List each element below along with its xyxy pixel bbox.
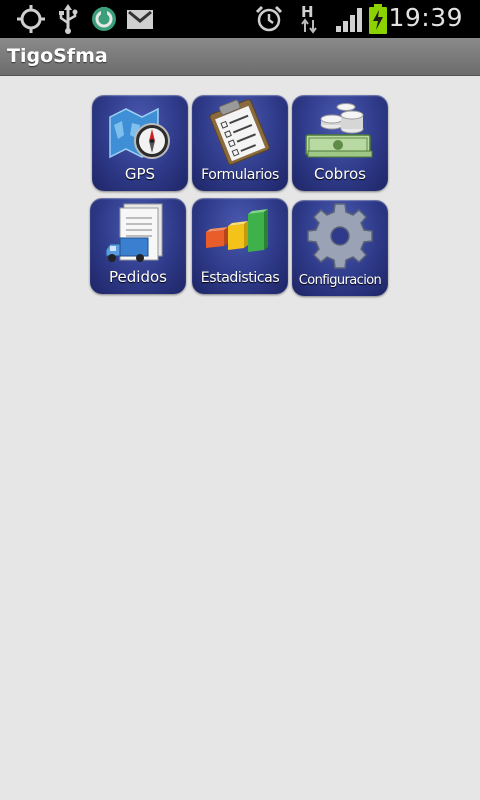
battery-charging-icon xyxy=(369,4,387,34)
data-transfer-icon xyxy=(301,18,317,34)
clock-time: 19:39 xyxy=(388,3,463,32)
pedidos-label: Pedidos xyxy=(109,268,167,286)
usb-icon xyxy=(59,4,78,34)
gps-button[interactable]: GPS xyxy=(92,95,188,191)
formularios-button[interactable]: Formularios xyxy=(192,95,288,191)
pedidos-button[interactable]: Pedidos xyxy=(90,198,186,294)
app-title: TigoSfma xyxy=(7,45,108,67)
estadisticas-label: Estadisticas xyxy=(200,270,280,286)
alarm-icon xyxy=(255,5,283,32)
cobros-label: Cobros xyxy=(313,165,366,183)
sync-icon xyxy=(92,7,116,31)
signal-icon xyxy=(336,8,362,32)
configuracion-label: Configuracion xyxy=(298,273,382,288)
configuracion-button[interactable]: Configuracion xyxy=(292,200,388,296)
estadisticas-button[interactable]: Estadisticas xyxy=(192,198,288,294)
gps-label: GPS xyxy=(124,165,156,183)
status-bar: H 19:39 xyxy=(0,0,480,38)
gmail-icon xyxy=(127,10,153,29)
gps-icon xyxy=(17,5,45,33)
cobros-button[interactable]: Cobros xyxy=(292,95,388,191)
title-bar: TigoSfma xyxy=(0,38,480,76)
formularios-label: Formularios xyxy=(201,167,279,183)
